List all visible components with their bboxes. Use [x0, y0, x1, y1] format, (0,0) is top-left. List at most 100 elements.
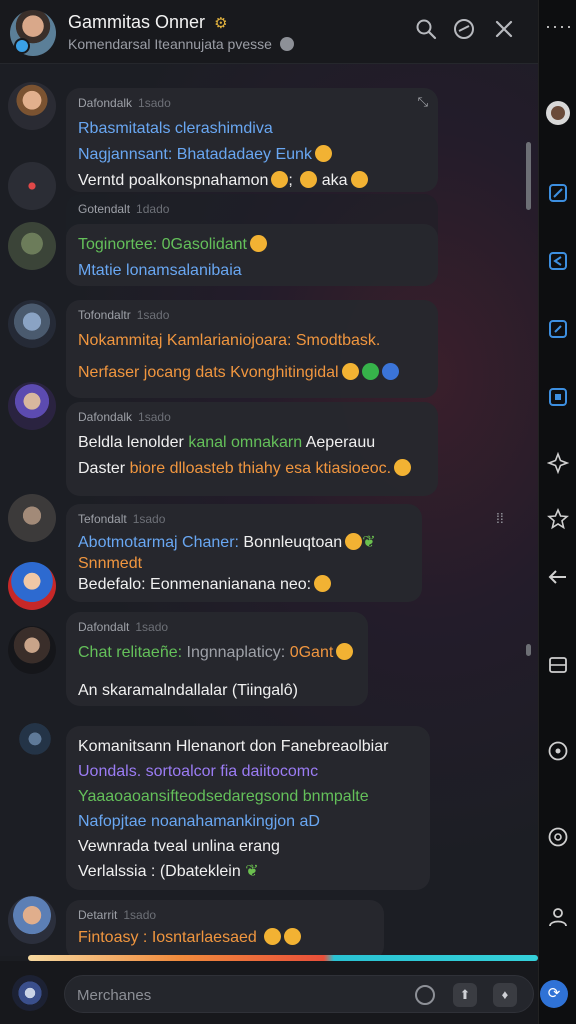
message-text: kanal omnakarn	[188, 434, 303, 451]
message-line: Daster biore dlloasteb thiahy esa ktiasi…	[78, 456, 426, 482]
message-line: Nagjannsant: Bhatadadaey Eunk	[78, 142, 426, 168]
info-icon[interactable]	[279, 37, 294, 51]
message-text: biore dlloasteb thiahy esa ktiasioeoc.	[129, 460, 392, 477]
avatar[interactable]	[8, 162, 56, 210]
emoji-icon	[314, 575, 332, 592]
avatar[interactable]	[8, 300, 56, 348]
message-text: ;	[288, 172, 298, 189]
message-text: aka	[321, 172, 348, 189]
avatar[interactable]	[8, 222, 56, 270]
copy-icon[interactable]	[545, 386, 571, 412]
chat-header: Gammitas Onner ⚙ Komendarsal Iteannujata…	[0, 0, 538, 64]
emoji-icon[interactable]	[452, 18, 476, 42]
settings-icon[interactable]	[545, 826, 571, 852]
sender-name[interactable]: Tefondalt	[78, 512, 127, 526]
reply-icon[interactable]	[545, 250, 571, 276]
pin-icon[interactable]: ⤡	[418, 94, 428, 110]
message-line: Toginortee: 0Gasolidant	[78, 232, 426, 258]
message-text: Toginortee: 0Gasolidant	[78, 236, 247, 253]
message-line: Rbasmitatals clerashimdiva	[78, 120, 273, 137]
message-meta: Dafondalk 1sado	[78, 96, 426, 110]
message-bubble[interactable]: Komanitsann Hlenanort don Fanebreaolbiar…	[66, 726, 430, 890]
message-line: Uondals. sortoalcor fia daiitocomc	[78, 763, 319, 780]
sticker-icon[interactable]: ♦	[493, 983, 517, 1007]
message-list[interactable]: Dafondalk 1sado ⤡ Rbasmitatals clerashimd…	[0, 64, 538, 956]
message-line: An skaramalndallalar (Tiingalô)	[78, 682, 298, 699]
avatar[interactable]	[14, 720, 56, 762]
emoji-icon	[314, 145, 332, 162]
message-time: 1sado	[132, 512, 166, 526]
message-bubble[interactable]: Dafondalt 1sado Chat relitaeñe: Ingnnapla…	[66, 612, 368, 706]
message-text: Iosntarlaesaed	[151, 929, 257, 946]
message-bubble[interactable]: Toginortee: 0Gasolidant Mtatie lonamsala…	[66, 224, 438, 286]
search-icon[interactable]	[414, 18, 438, 42]
message-line: Nerfaser jocang dats Kvonghitingidal	[78, 360, 426, 386]
edit-icon[interactable]	[545, 182, 571, 208]
message-bubble[interactable]: Detarrit 1sado Fintoasy : Iosntarlaesaed	[66, 900, 384, 956]
avatar[interactable]	[8, 896, 56, 944]
avatar[interactable]	[8, 626, 56, 674]
scrollbar-thumb[interactable]	[526, 142, 531, 210]
message-line: Beldla lenolder kanal omnakarn Aeperauu	[78, 430, 426, 456]
share-icon[interactable]	[545, 318, 571, 344]
emoji-icon	[271, 171, 289, 188]
message-line: Mtatie lonamsalanibaia	[78, 262, 242, 279]
sparkle-icon[interactable]	[545, 451, 571, 478]
message-time: 1dado	[136, 202, 170, 216]
panel-icon[interactable]	[545, 654, 571, 680]
message-text: Verntd poalkonspnahamon	[78, 172, 269, 189]
sender-name[interactable]: Tofondaltr	[78, 308, 131, 322]
more-icon[interactable]: ····	[545, 16, 573, 37]
message-line: Vewnrada tveal unlina erang	[78, 838, 280, 855]
chat-subtitle: Komendarsal Iteannujata pvesse	[68, 36, 294, 52]
message-input[interactable]	[77, 984, 397, 1006]
avatar[interactable]	[8, 562, 56, 610]
sender-name[interactable]: Dafondalk	[78, 96, 132, 110]
group-avatar[interactable]	[10, 10, 56, 56]
message-bubble[interactable]: Tefondalt 1sado Abotmotarmaj Chaner: Bonn…	[66, 504, 422, 602]
message-time: 1sado	[123, 908, 157, 922]
forward-icon[interactable]	[545, 566, 571, 592]
message-composer: ⬆ ♦	[64, 975, 534, 1013]
message-time: 1sado	[136, 308, 170, 322]
avatar[interactable]	[8, 82, 56, 130]
right-rail: ····	[538, 0, 576, 1024]
sender-name[interactable]: Gotendalt	[78, 202, 130, 216]
message-text: Nerfaser jocang dats Kvonghitingidal	[78, 364, 339, 381]
message-bubble[interactable]: Dafondalk 1sado ⤡ Rbasmitatals clerashimd…	[66, 88, 438, 192]
chat-app: Gammitas Onner ⚙ Komendarsal Iteannujata…	[0, 0, 576, 1024]
message-meta: Tefondalt 1sado	[78, 512, 410, 526]
drag-handle-icon[interactable]: ⁞⁞	[496, 510, 504, 526]
rail-avatar-icon[interactable]	[545, 100, 571, 126]
chat-title[interactable]: Gammitas Onner ⚙	[68, 12, 228, 33]
message-line: Nokammitaj Kamlarianiojoara: Smodtbask.	[78, 332, 381, 349]
message-time: 1sado	[138, 96, 171, 110]
emoji-icon[interactable]	[415, 985, 435, 1005]
message-bubble[interactable]: Dafondalk 1sado Beldla lenolder kanal omn…	[66, 402, 438, 496]
attach-icon[interactable]: ⬆	[453, 983, 477, 1007]
message-time: 1sado	[138, 410, 171, 424]
clock-icon[interactable]	[545, 740, 571, 766]
avatar[interactable]	[8, 494, 56, 542]
message-meta: Dafondalt 1sado	[78, 620, 356, 634]
chat-title-text: Gammitas Onner	[68, 12, 206, 32]
user-icon[interactable]	[545, 906, 571, 932]
close-icon[interactable]	[492, 18, 516, 42]
message-meta: Dafondalk 1sado	[78, 410, 426, 424]
send-button[interactable]: ⟳	[540, 980, 568, 1008]
message-meta: Detarrit 1sado	[78, 908, 372, 922]
emoji-icon	[341, 363, 359, 380]
sender-name[interactable]: Dafondalt	[78, 620, 129, 634]
message-line: Verlalssia : (Dbateklein ❦	[78, 859, 418, 884]
message-time: 1sado	[135, 620, 169, 634]
message-line: Abotmotarmaj Chaner: Bonnleuqtoan ❦	[78, 532, 410, 554]
emoji-icon	[336, 643, 354, 660]
message-bubble[interactable]: Tofondaltr 1sado Nokammitaj Kamlarianiojo…	[66, 300, 438, 398]
avatar[interactable]	[8, 382, 56, 430]
message-line: Verntd poalkonspnahamon; aka	[78, 168, 426, 194]
sender-name[interactable]: Dafondalk	[78, 410, 132, 424]
my-avatar[interactable]	[12, 975, 48, 1011]
sender-name[interactable]: Detarrit	[78, 908, 117, 922]
star-icon[interactable]	[545, 507, 571, 534]
leaf-icon: ❦	[362, 534, 376, 551]
